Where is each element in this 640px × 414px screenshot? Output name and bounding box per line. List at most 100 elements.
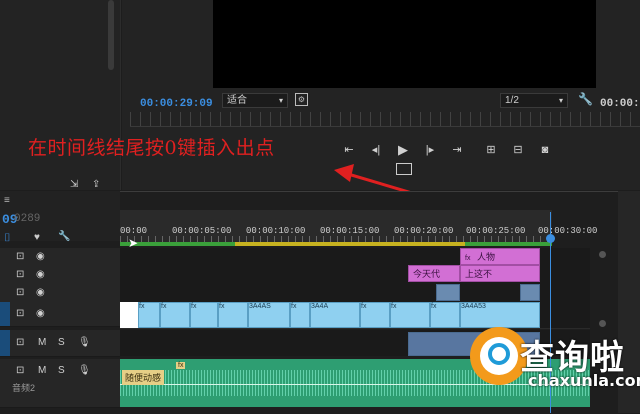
ruler-label: 00:00:25:00 <box>466 226 526 236</box>
wrench-icon[interactable]: 🔧 <box>578 92 593 106</box>
fit-dropdown[interactable]: 适合 ▾ <box>222 93 288 108</box>
menu-icon[interactable]: ≡ <box>4 195 10 206</box>
fit-dropdown-label: 适合 <box>227 95 247 106</box>
track-output-icon[interactable]: ⊡ <box>16 269 24 280</box>
fx-badge: fx <box>391 303 397 310</box>
mute-button[interactable]: M <box>38 365 46 376</box>
logo-sub: chaxunla.com <box>528 371 640 390</box>
fx-badge: fx <box>361 303 367 310</box>
fx-badge: fx <box>161 303 167 310</box>
fx-badge: fx <box>431 303 437 310</box>
clip-label: 3A4A53 <box>461 303 486 310</box>
snap-icon[interactable]: ⌷ <box>4 232 11 245</box>
title-clip[interactable]: 上这不 <box>460 265 540 282</box>
video-clip[interactable]: fx <box>430 302 460 328</box>
volume-line[interactable] <box>120 384 590 385</box>
fx-badge: fx <box>291 303 297 310</box>
ruler-label: 00:00:20:00 <box>394 226 454 236</box>
fx-badge: fx <box>139 303 145 310</box>
video-clip[interactable]: fx <box>390 302 430 328</box>
lift-icon[interactable]: ⊞ <box>484 143 498 157</box>
title-clip[interactable]: fx 人物 <box>460 248 540 265</box>
mark-in-icon[interactable]: ⇤ <box>342 143 356 157</box>
eye-icon[interactable]: ◉ <box>36 287 45 298</box>
video-clip[interactable]: fx <box>160 302 190 328</box>
list-view-icon[interactable]: ⇲ <box>70 174 78 192</box>
track-header-v1[interactable]: ⊡ ◉ <box>0 302 120 327</box>
video-clip[interactable]: fx <box>360 302 390 328</box>
instruction-annotation: 在时间线结尾按0键插入出点 <box>28 137 275 159</box>
play-icon[interactable]: ▶ <box>396 143 410 157</box>
video-clip[interactable]: fx <box>290 302 310 328</box>
track-target[interactable] <box>0 330 10 356</box>
track-header-a1[interactable]: ⊡ M S 🎙 <box>0 330 120 357</box>
mute-button[interactable]: M <box>38 337 46 348</box>
video-clip[interactable] <box>120 302 138 328</box>
camera-icon[interactable]: ◙ <box>538 143 552 157</box>
track-header-v4[interactable]: ⊡ ◉ <box>0 248 120 267</box>
track-output-icon[interactable]: ⊡ <box>16 365 24 376</box>
video-clip[interactable] <box>436 284 460 301</box>
resolution-label: 1/2 <box>505 95 519 106</box>
track-target[interactable] <box>0 302 10 326</box>
fx-badge: fx <box>465 255 471 262</box>
duration-timecode: 00:00:2 <box>600 98 640 110</box>
playhead-handle[interactable] <box>546 234 555 243</box>
settings-icon[interactable]: ⚙ <box>295 93 308 106</box>
export-icon[interactable]: ⇪ <box>92 174 100 192</box>
wrench-icon[interactable]: 🔧 <box>58 231 70 242</box>
chevron-down-icon: ▾ <box>278 96 283 105</box>
playhead-timecode[interactable]: 00:00:29:09 <box>140 93 213 111</box>
microphone-icon[interactable]: 🎙 <box>78 365 91 376</box>
video-clip[interactable]: 3A4A <box>310 302 360 328</box>
clip-label: 3A4AS <box>249 303 271 310</box>
step-back-icon[interactable]: ◂| <box>369 143 383 157</box>
track-output-icon[interactable]: ⊡ <box>16 337 24 348</box>
clip-label: 上这不 <box>465 269 493 279</box>
audio-clip-label: 随便动感 <box>122 370 165 385</box>
audio-track-label: 音频2 <box>12 383 36 393</box>
eye-icon[interactable]: ◉ <box>36 308 45 319</box>
clip-label: 今天代 <box>413 269 441 279</box>
solo-button[interactable]: S <box>58 365 65 376</box>
step-forward-icon[interactable]: |▸ <box>423 143 437 157</box>
video-clip[interactable] <box>520 284 540 301</box>
track-header-v3[interactable]: ⊡ ◉ <box>0 266 120 285</box>
video-clip[interactable]: 3A4A53 <box>460 302 540 328</box>
eye-icon[interactable]: ◉ <box>36 251 45 262</box>
ruler-label: 00:00:05:00 <box>172 226 232 236</box>
extract-icon[interactable]: ⊟ <box>511 143 525 157</box>
microphone-icon[interactable]: 🎙 <box>78 337 91 348</box>
render-bar <box>235 242 465 246</box>
logo-q-icon <box>488 343 510 365</box>
ruler-label: 00:00:15:00 <box>320 226 380 236</box>
ruler-label: 00:00 <box>120 226 148 236</box>
go-to-out-icon[interactable]: ⇥ <box>450 143 464 157</box>
video-clip[interactable]: fx <box>218 302 248 328</box>
clip-label: 3A4A <box>311 303 329 310</box>
scroll-handle[interactable] <box>599 251 606 258</box>
monitor-mini-ruler[interactable] <box>130 112 640 126</box>
fx-badge: fx <box>219 303 225 310</box>
marker-icon[interactable]: ♥ <box>34 232 40 243</box>
video-clip[interactable]: 3A4AS <box>248 302 290 328</box>
eye-icon[interactable]: ◉ <box>36 269 45 280</box>
track-header-a2[interactable]: ⊡ M S 🎙 音频2 <box>0 359 120 408</box>
solo-button[interactable]: S <box>58 337 65 348</box>
video-preview <box>213 0 596 88</box>
project-panel <box>0 0 121 190</box>
monitor-divider <box>130 126 640 127</box>
project-scrollbar[interactable] <box>108 0 114 70</box>
video-clip[interactable]: fx <box>138 302 160 328</box>
clip-label: 人物 <box>476 252 495 262</box>
title-clip[interactable]: 今天代 <box>408 265 460 282</box>
video-clip[interactable]: fx <box>190 302 218 328</box>
track-output-icon[interactable]: ⊡ <box>16 287 24 298</box>
fx-badge: fx <box>176 362 186 369</box>
track-output-icon[interactable]: ⊡ <box>16 251 24 262</box>
resolution-dropdown[interactable]: 1/2 ▾ <box>500 93 568 108</box>
scroll-handle[interactable] <box>599 320 606 327</box>
track-header-v2[interactable]: ⊡ ◉ <box>0 284 120 303</box>
track-output-icon[interactable]: ⊡ <box>16 308 24 319</box>
chevron-down-icon: ▾ <box>558 96 563 105</box>
